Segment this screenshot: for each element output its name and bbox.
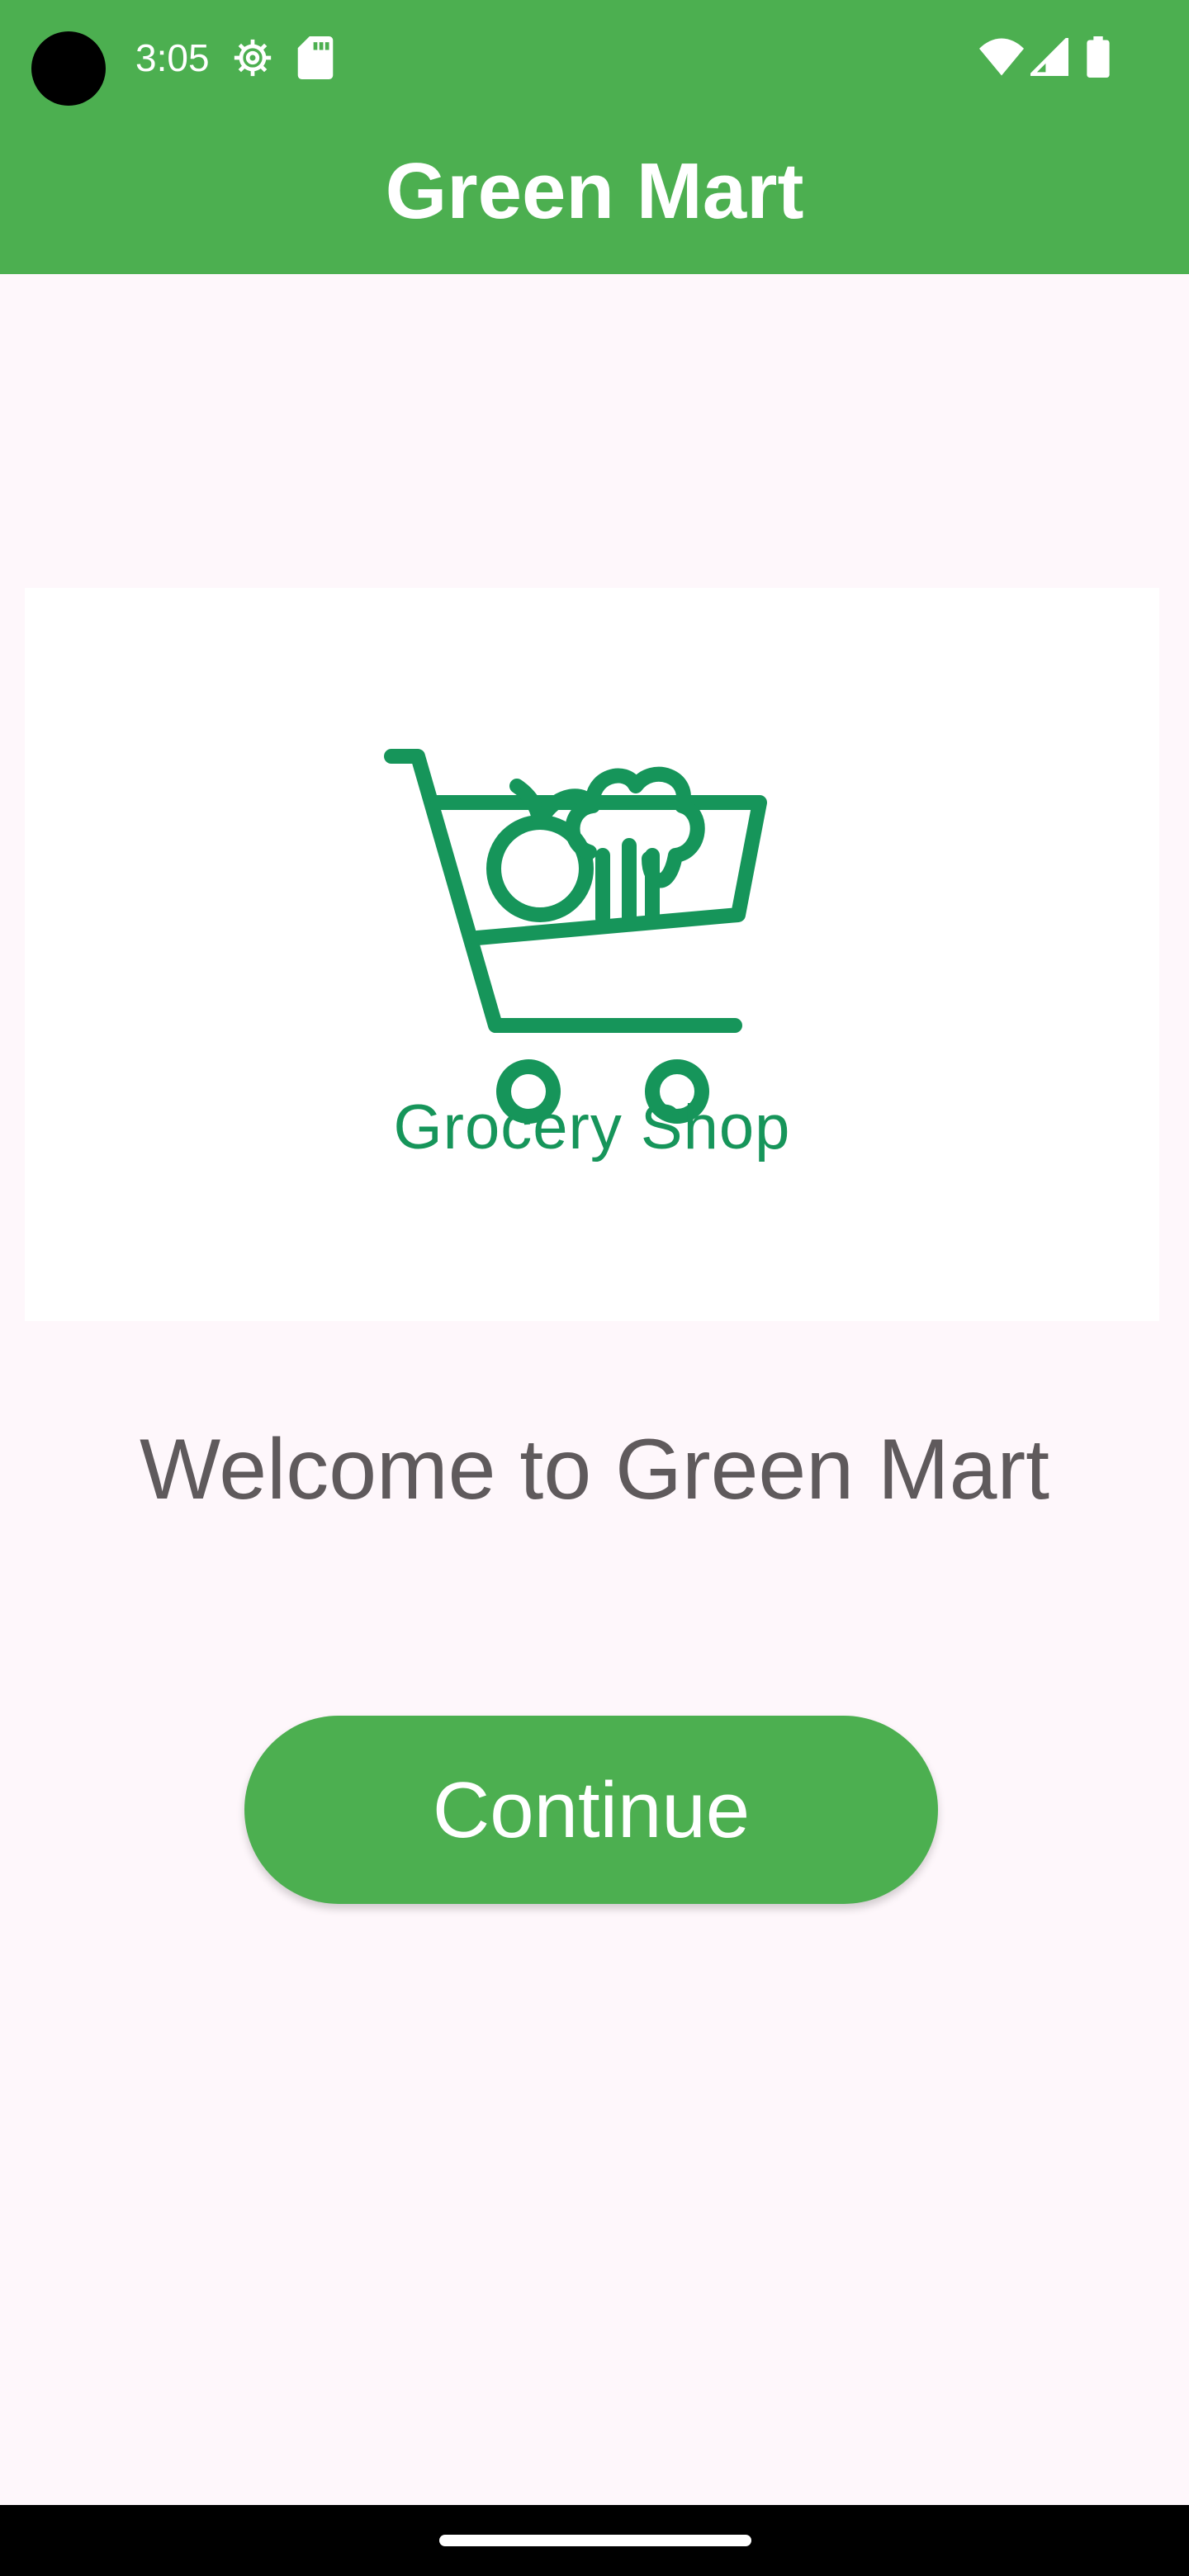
app-header: 3:05 Green Mart (0, 0, 1189, 274)
navigation-bar (0, 2505, 1189, 2576)
status-time: 3:05 (135, 36, 210, 79)
logo-image: Grocery Shop (25, 588, 1159, 1321)
wifi-icon (979, 38, 1024, 76)
gear-icon (234, 39, 272, 77)
camera-cutout (31, 31, 106, 106)
page-title: Green Mart (385, 147, 804, 235)
sd-card-icon (297, 36, 334, 79)
signal-icon (1030, 38, 1068, 76)
home-indicator[interactable] (439, 2535, 751, 2546)
battery-icon (1087, 36, 1110, 78)
continue-button[interactable]: Continue (244, 1716, 938, 1904)
welcome-text: Welcome to Green Mart (139, 1422, 1049, 1518)
status-bar: 3:05 (0, 0, 1189, 116)
logo-caption: Grocery Shop (393, 1092, 791, 1163)
